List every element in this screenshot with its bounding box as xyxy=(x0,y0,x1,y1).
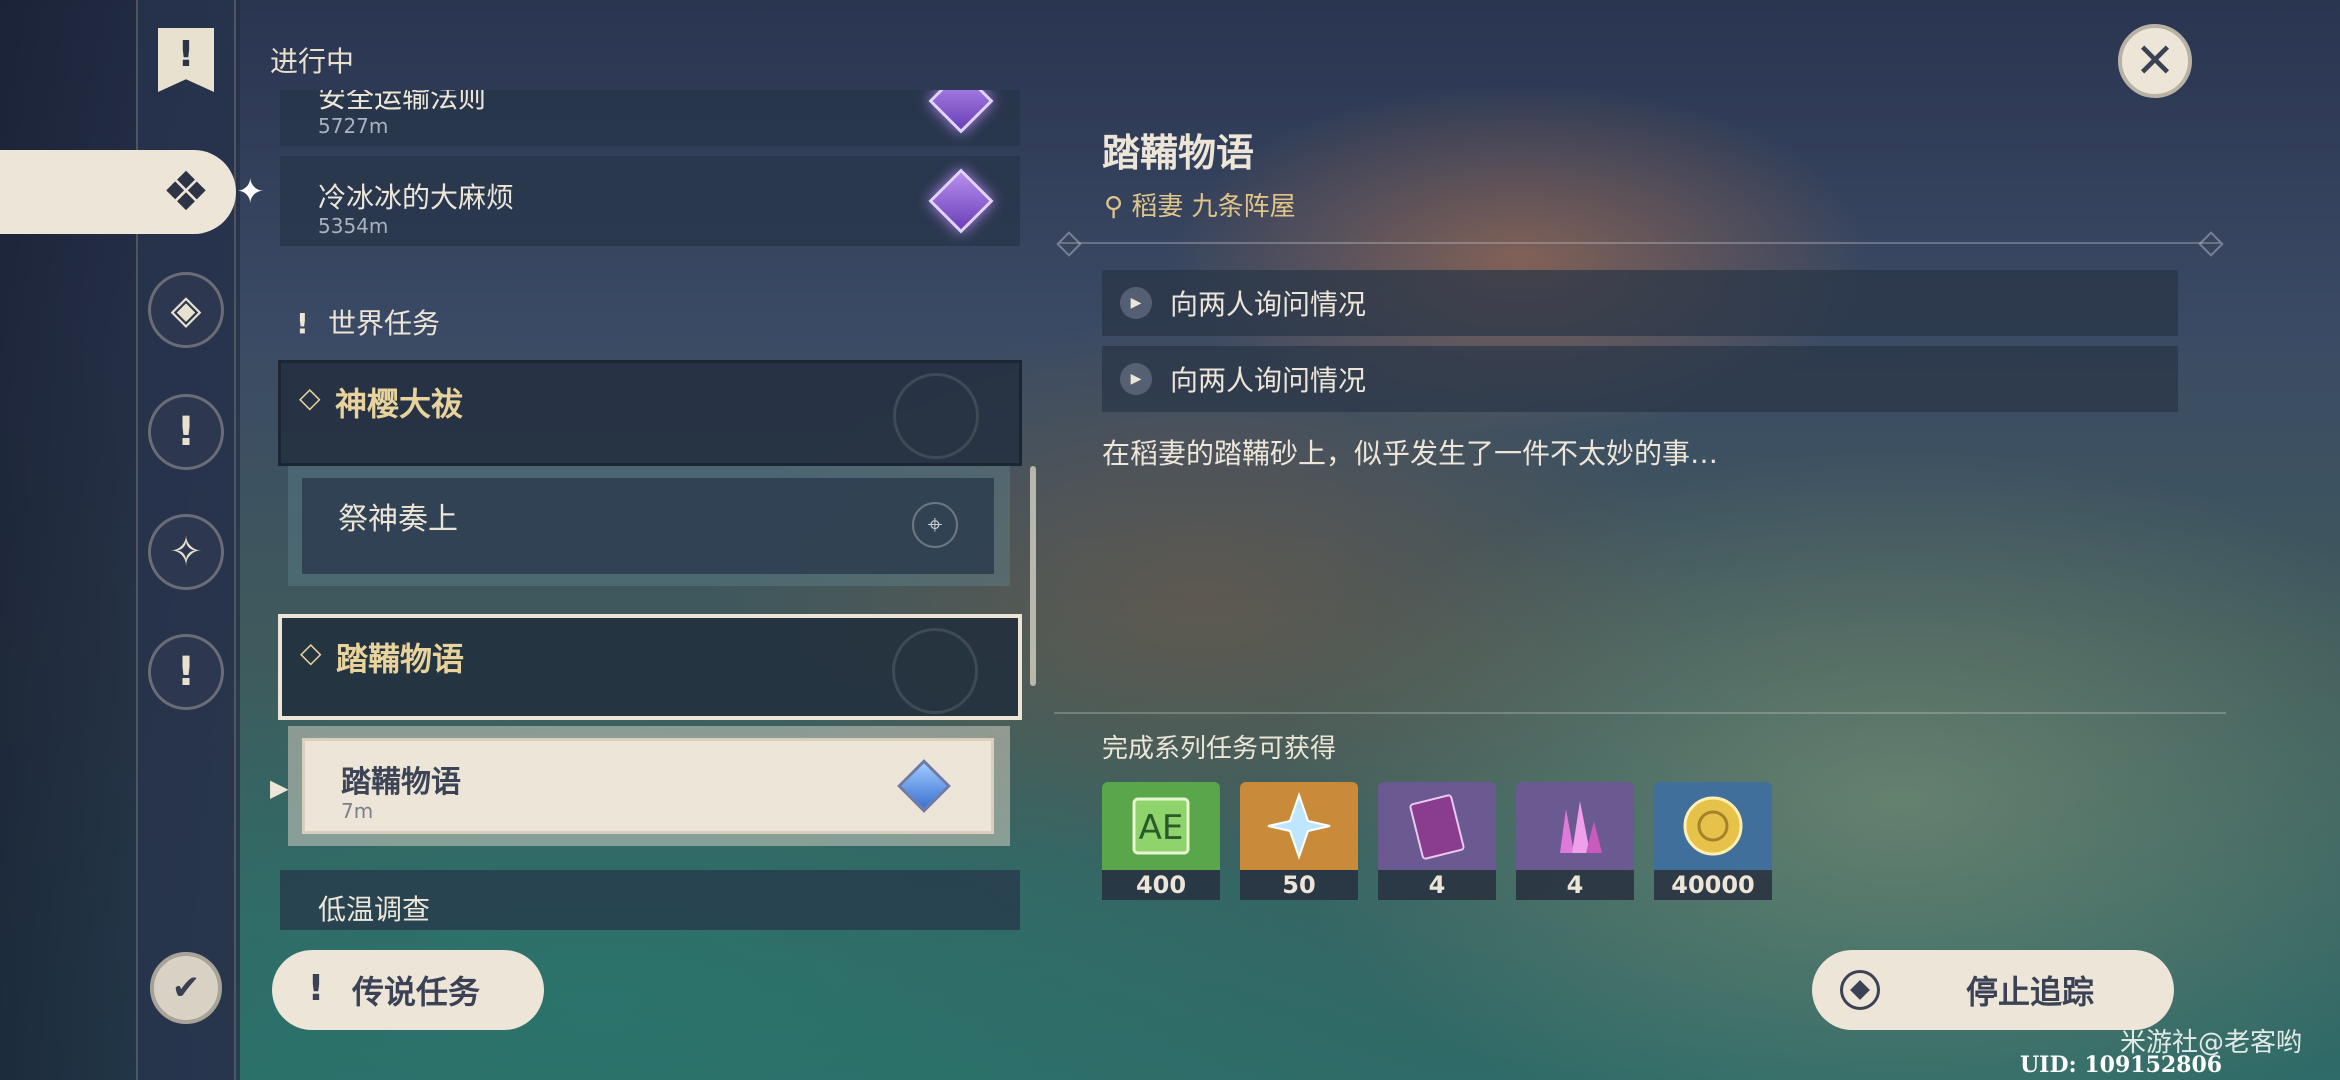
quest-step-label: 向两人询问情况 xyxy=(1170,364,1367,397)
reward-mystic-ore[interactable]: 4 xyxy=(1516,782,1634,900)
quest-detail-title: 踏鞴物语 xyxy=(1102,131,1255,175)
divider xyxy=(1054,712,2226,714)
tracking-icon xyxy=(897,759,951,813)
inazuma-emblem-icon xyxy=(892,628,978,714)
quest-sub-distance: 7m xyxy=(341,799,374,823)
sparkle-icon: ✦ xyxy=(236,172,265,212)
nav-all-quests-tab[interactable]: ❖ xyxy=(0,150,236,234)
stop-tracking-button[interactable]: 停止追踪 xyxy=(1812,950,2174,1030)
location-pin-icon[interactable]: ⌖ xyxy=(912,502,958,548)
nav-archon-quests-tab[interactable]: ◈ xyxy=(148,272,224,348)
close-icon: ✕ xyxy=(2134,33,2176,89)
heros-wit-book-icon xyxy=(1378,782,1496,870)
selected-indicator-icon: ▶ xyxy=(270,774,289,802)
quest-distance: 5727m xyxy=(318,114,389,138)
event-quest-icon xyxy=(928,168,994,234)
archon-quest-icon: ◈ xyxy=(170,287,202,333)
quest-sub-item-active[interactable]: 踏鞴物语 7m xyxy=(288,726,1010,846)
quest-name: 安全运输法则 xyxy=(318,90,487,114)
quest-step: ▶ 向两人询问情况 xyxy=(1102,270,2178,336)
reward-count: 400 xyxy=(1102,870,1220,900)
quest-group-selected[interactable]: ◇ 踏鞴物语 xyxy=(278,614,1022,720)
location-pin-icon: ⚲ xyxy=(1104,192,1132,222)
reward-count: 4 xyxy=(1378,870,1496,900)
story-quest-icon: ! xyxy=(176,409,196,455)
reward-primogem[interactable]: 50 xyxy=(1240,782,1358,900)
rewards-label: 完成系列任务可获得 xyxy=(1102,734,1337,764)
legend-quest-icon: ! xyxy=(307,968,325,1009)
world-quest-icon: ! xyxy=(176,649,196,695)
reward-count: 50 xyxy=(1240,870,1358,900)
page-title: 进行中 xyxy=(270,45,355,78)
quest-distance: 5354m xyxy=(318,214,389,238)
world-quest-chevron-icon: ◇ xyxy=(299,381,321,414)
step-arrow-icon: ▶ xyxy=(1120,363,1152,395)
reward-count: 4 xyxy=(1516,870,1634,900)
world-quest-icon: ! xyxy=(296,307,309,340)
quest-sub-card: 祭神奏上 ⌖ xyxy=(302,478,994,574)
quest-list-item[interactable]: 冷冰冰的大麻烦 5354m xyxy=(280,156,1020,246)
quest-sub-name: 踏鞴物语 xyxy=(341,765,461,800)
quest-group[interactable]: 低温调查 xyxy=(280,870,1020,930)
legend-quests-label: 传说任务 xyxy=(352,973,481,1011)
nav-commission-quests-tab[interactable]: ✧ xyxy=(148,514,224,590)
quest-list[interactable]: 安全运输法则 5727m 冷冰冰的大麻烦 5354m ! 世界任务 ◇ 神樱大祓 … xyxy=(276,90,1026,930)
mora-coin-icon xyxy=(1654,782,1772,870)
stop-tracking-label: 停止追踪 xyxy=(1966,973,2095,1011)
step-arrow-icon: ▶ xyxy=(1120,287,1152,319)
divider xyxy=(1060,242,2220,244)
close-button[interactable]: ✕ xyxy=(2118,24,2192,98)
world-quest-chevron-icon: ◇ xyxy=(300,636,322,669)
quest-name: 冷冰冰的大麻烦 xyxy=(318,181,515,214)
quest-list-scrollbar[interactable] xyxy=(1030,466,1036,686)
quest-step-label: 向两人询问情况 xyxy=(1170,288,1367,321)
quest-group[interactable]: ◇ 神樱大祓 xyxy=(278,360,1022,466)
event-quest-icon xyxy=(928,90,994,134)
quest-step: ▶ 向两人询问情况 xyxy=(1102,346,2178,412)
nav-story-quests-tab[interactable]: ! xyxy=(148,394,224,470)
primogem-icon xyxy=(1240,782,1358,870)
reward-heros-wit[interactable]: 4 xyxy=(1378,782,1496,900)
all-quests-icon: ❖ xyxy=(161,160,211,223)
tracking-diamond-icon xyxy=(1840,970,1880,1010)
quest-sub-card: 踏鞴物语 7m xyxy=(302,738,994,834)
commission-quest-icon: ✧ xyxy=(169,529,203,575)
completed-quests-button[interactable]: ✔ xyxy=(150,952,222,1024)
reward-adventure-exp[interactable]: AE 400 xyxy=(1102,782,1220,900)
svg-text:AE: AE xyxy=(1139,808,1184,848)
quest-group-title: 神樱大祓 xyxy=(335,385,464,423)
nav-world-quests-tab[interactable]: ! xyxy=(148,634,224,710)
quest-group-title: 踏鞴物语 xyxy=(336,640,465,678)
quest-list-item[interactable]: 安全运输法则 5727m xyxy=(280,90,1020,146)
adventure-exp-icon: AE xyxy=(1102,782,1220,870)
world-quests-section-header: ! 世界任务 xyxy=(296,302,440,342)
legend-quests-button[interactable]: ! 传说任务 xyxy=(272,950,544,1030)
quest-sub-item[interactable]: 祭神奏上 ⌖ xyxy=(288,466,1010,586)
quest-group-title: 低温调查 xyxy=(318,893,431,926)
mystic-ore-crystal-icon xyxy=(1516,782,1634,870)
quest-sub-name: 祭神奏上 xyxy=(338,502,458,537)
reward-mora[interactable]: 40000 xyxy=(1654,782,1772,900)
quest-location-label: 稻妻 九条阵屋 xyxy=(1131,192,1296,222)
reward-count: 40000 xyxy=(1654,870,1772,900)
section-label: 世界任务 xyxy=(328,307,441,340)
quest-location: ⚲ 稻妻 九条阵屋 xyxy=(1104,186,1296,223)
inazuma-emblem-icon xyxy=(893,373,979,459)
uid-label: UID: 109152806 xyxy=(2020,1052,2223,1078)
checkmark-icon: ✔ xyxy=(171,968,201,1008)
quest-description: 在稻妻的踏鞴砂上，似乎发生了一件不太妙的事… xyxy=(1102,437,1719,470)
